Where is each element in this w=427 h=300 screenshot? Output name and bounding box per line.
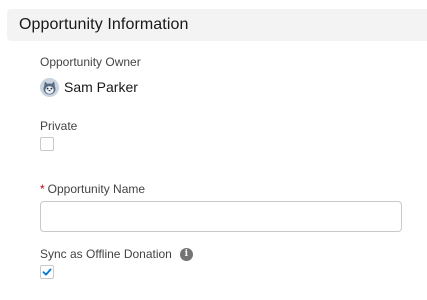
checkmark-icon — [42, 268, 52, 276]
opportunity-owner-value: Sam Parker — [40, 77, 138, 97]
required-marker: * — [40, 182, 45, 196]
sync-offline-label-row: Sync as Offline Donation i — [40, 246, 193, 262]
sync-offline-checkbox[interactable] — [40, 265, 54, 279]
opportunity-owner-label: Opportunity Owner — [40, 55, 141, 69]
info-icon[interactable]: i — [179, 247, 193, 261]
opportunity-information-section: Opportunity Information Opportunity Owne… — [0, 0, 427, 300]
opportunity-name-label-text: Opportunity Name — [47, 182, 146, 196]
opportunity-name-input[interactable] — [40, 201, 402, 232]
private-label: Private — [40, 119, 78, 133]
sync-offline-label: Sync as Offline Donation — [40, 247, 172, 261]
private-checkbox[interactable] — [40, 137, 54, 151]
opportunity-name-label: * Opportunity Name — [40, 182, 145, 196]
section-header[interactable]: Opportunity Information — [7, 9, 427, 41]
owner-name: Sam Parker — [64, 79, 138, 95]
section-title: Opportunity Information — [19, 16, 189, 33]
user-avatar-icon — [40, 77, 59, 97]
